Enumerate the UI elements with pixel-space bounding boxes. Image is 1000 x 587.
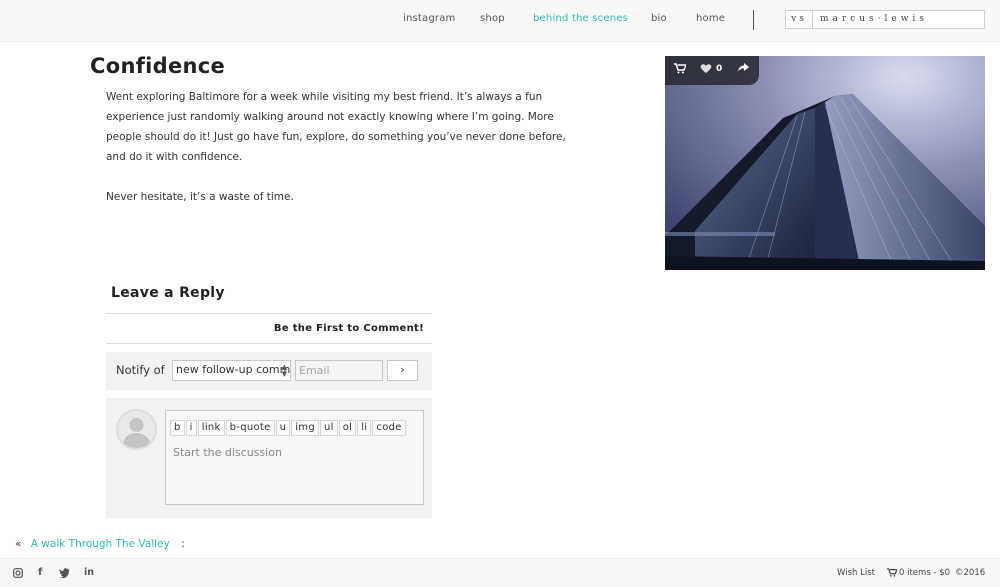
notify-submit-button[interactable]: › [387,360,418,381]
heart-icon[interactable] [700,63,712,77]
like-count: 0 [716,64,723,74]
post-paragraph: Went exploring Baltimore for a week whil… [106,91,566,163]
tool-link-button[interactable]: link [197,420,225,436]
notify-bar: Notify of new follow-up comments ▲▼ › [106,352,432,390]
tool-bold-button[interactable]: b [170,420,185,436]
twitter-icon[interactable] [59,568,70,581]
nav-link-bio[interactable]: bio [651,13,667,24]
nav-link-shop[interactable]: shop [480,13,505,24]
comment-editor[interactable]: b i link b-quote u img ul ol li code Start the di… [165,410,424,505]
comment-form: b i link b-quote u img ul ol li code Start the di… [106,398,432,518]
cart-icon[interactable] [887,568,898,580]
post-title: Confidence [90,54,226,78]
footer: f in Wish List 0 items - $0 ©2016 [0,558,1000,587]
divider [106,313,432,314]
instagram-icon[interactable] [13,568,23,581]
tool-li-button[interactable]: li [357,420,372,436]
tool-italic-button[interactable]: i [185,420,197,436]
skyscraper-photo [665,56,985,270]
image-action-bar: 0 [665,56,759,85]
reply-title: Leave a Reply [111,285,225,301]
top-nav: instagram shop behind the scenes bio hom… [0,0,1000,42]
post-nav-separator: : [181,538,185,550]
tool-code-button[interactable]: code [372,420,406,436]
prev-arrow-icon: « [15,538,22,550]
copyright: ©2016 [955,568,986,578]
nav-link-behind-the-scenes[interactable]: behind the scenes [533,13,628,24]
tool-ol-button[interactable]: ol [338,420,357,436]
select-arrows-icon: ▲ ▼ [281,363,287,378]
tool-ul-button[interactable]: ul [320,420,338,436]
divider [106,343,432,344]
facebook-icon[interactable]: f [38,567,42,578]
post-image[interactable]: 0 [665,56,985,270]
nav-divider [753,10,754,30]
tool-underline-button[interactable]: u [275,420,291,436]
notify-selected-value: new follow-up comments [176,363,291,376]
logo-name: marcus·lewis [820,14,928,24]
notify-label: Notify of [116,363,165,377]
wish-list-link[interactable]: Wish List [837,568,875,578]
nav-link-home[interactable]: home [696,13,725,24]
post-body: Went exploring Baltimore for a week whil… [106,87,566,227]
editor-toolbar: b i link b-quote u img ul ol li code [170,415,407,436]
nav-link-instagram[interactable]: instagram [403,13,456,24]
discussion-placeholder[interactable]: Start the discussion [173,446,282,459]
logo-prefix: vs [786,11,813,28]
site-logo[interactable]: vs marcus·lewis [785,10,985,29]
cart-icon[interactable] [674,63,688,77]
share-icon[interactable] [737,62,750,77]
post-paragraph: Never hesitate, it’s a waste of time. [106,191,294,203]
cart-summary[interactable]: 0 items - $0 [899,568,950,578]
prev-post-link[interactable]: A walk Through The Valley [31,538,170,550]
linkedin-icon[interactable]: in [84,567,94,578]
tool-quote-button[interactable]: b-quote [225,420,275,436]
post-navigation: « A walk Through The Valley : [15,538,185,550]
email-input[interactable] [295,360,383,381]
first-comment-label: Be the First to Comment! [273,323,424,334]
tool-image-button[interactable]: img [291,420,319,436]
avatar [116,409,157,450]
notify-select[interactable]: new follow-up comments ▲▼ [172,360,291,381]
